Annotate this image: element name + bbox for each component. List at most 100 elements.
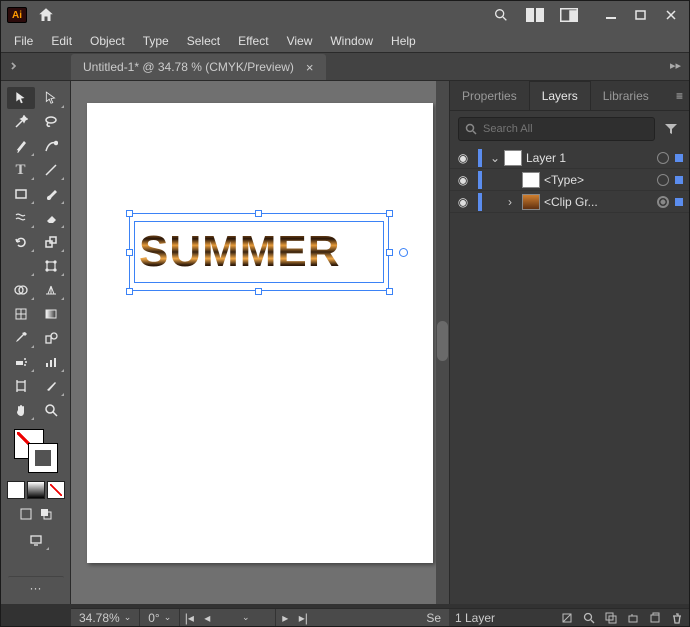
layer-name[interactable]: Layer 1: [526, 151, 653, 165]
color-mode-gradient[interactable]: [27, 481, 45, 499]
handle-se[interactable]: [386, 288, 393, 295]
vertical-scroll-thumb[interactable]: [437, 321, 448, 361]
artboard-tool[interactable]: [7, 375, 35, 397]
menu-view[interactable]: View: [278, 31, 322, 51]
line-segment-tool[interactable]: [37, 159, 65, 181]
tab-layers[interactable]: Layers: [529, 81, 591, 110]
handle-n[interactable]: [255, 210, 262, 217]
layer-row[interactable]: ◉ › <Type>: [450, 169, 689, 191]
artboard-nav-field[interactable]: ⌄: [216, 609, 276, 626]
artboard[interactable]: SUMMER: [87, 103, 433, 563]
scale-tool[interactable]: [37, 231, 65, 253]
eyedropper-tool[interactable]: [7, 327, 35, 349]
perspective-grid-tool[interactable]: [37, 279, 65, 301]
curvature-tool[interactable]: [37, 135, 65, 157]
screen-mode-icon[interactable]: [22, 529, 50, 551]
mesh-tool[interactable]: [7, 303, 35, 325]
new-layer-icon[interactable]: [649, 612, 661, 624]
color-mode-solid[interactable]: [7, 481, 25, 499]
zoom-tool[interactable]: [37, 399, 65, 421]
stroke-swatch[interactable]: [28, 443, 58, 473]
minimize-button[interactable]: [601, 5, 621, 25]
canvas-area[interactable]: SUMMER: [71, 81, 449, 604]
layer-row[interactable]: ◉ ⌄ Layer 1: [450, 147, 689, 169]
menu-help[interactable]: Help: [382, 31, 425, 51]
type-tool[interactable]: T: [7, 159, 35, 181]
search-icon[interactable]: [491, 5, 511, 25]
slice-tool[interactable]: [37, 375, 65, 397]
close-button[interactable]: [661, 5, 681, 25]
menu-effect[interactable]: Effect: [229, 31, 277, 51]
toolbar-collapse-icon[interactable]: [7, 59, 21, 73]
symbol-sprayer-tool[interactable]: [7, 351, 35, 373]
visibility-icon[interactable]: ◉: [456, 151, 470, 165]
layers-search[interactable]: [458, 117, 655, 141]
handle-nw[interactable]: [126, 210, 133, 217]
menu-file[interactable]: File: [5, 31, 42, 51]
tab-properties[interactable]: Properties: [450, 82, 529, 110]
handle-s[interactable]: [255, 288, 262, 295]
panel-menu-icon[interactable]: ≡: [676, 89, 683, 103]
eraser-tool[interactable]: [37, 207, 65, 229]
selection-tool[interactable]: [7, 87, 35, 109]
workspace-switcher-icon[interactable]: [559, 5, 579, 25]
artboard-prev-icon[interactable]: ◂: [198, 610, 216, 626]
pen-tool[interactable]: [7, 135, 35, 157]
gradient-tool[interactable]: [37, 303, 65, 325]
draw-normal-icon[interactable]: [17, 505, 35, 523]
layer-name[interactable]: <Type>: [544, 173, 653, 187]
shaper-tool[interactable]: [7, 207, 35, 229]
free-transform-tool[interactable]: [37, 255, 65, 277]
locate-object-icon[interactable]: [583, 612, 595, 624]
visibility-icon[interactable]: ◉: [456, 195, 470, 209]
artboard-next-icon[interactable]: ▸: [276, 610, 294, 626]
shape-builder-tool[interactable]: [7, 279, 35, 301]
artboard-last-icon[interactable]: ▸|: [294, 610, 312, 626]
rectangle-tool[interactable]: [7, 183, 35, 205]
delete-layer-icon[interactable]: [671, 612, 683, 624]
handle-e[interactable]: [386, 249, 393, 256]
fill-stroke-control[interactable]: [14, 429, 58, 473]
document-tab-close[interactable]: ×: [306, 60, 314, 75]
layer-name[interactable]: <Clip Gr...: [544, 195, 653, 209]
paintbrush-tool[interactable]: [37, 183, 65, 205]
zoom-field[interactable]: 34.78%⌄: [71, 609, 140, 626]
menu-window[interactable]: Window: [321, 31, 382, 51]
new-sublayer-icon[interactable]: [627, 612, 639, 624]
handle-sw[interactable]: [126, 288, 133, 295]
horizontal-scrollbar[interactable]: [312, 609, 418, 626]
visibility-icon[interactable]: ◉: [456, 173, 470, 187]
handle-rotate[interactable]: [399, 248, 408, 257]
filter-icon[interactable]: [661, 119, 681, 139]
direct-selection-tool[interactable]: [37, 87, 65, 109]
layer-row[interactable]: ◉ › <Clip Gr...: [450, 191, 689, 213]
handle-w[interactable]: [126, 249, 133, 256]
rotate-tool[interactable]: [7, 231, 35, 253]
home-button[interactable]: [37, 6, 55, 24]
column-graph-tool[interactable]: [37, 351, 65, 373]
menu-type[interactable]: Type: [134, 31, 178, 51]
edit-toolbar-icon[interactable]: ···: [8, 576, 64, 598]
artboard-first-icon[interactable]: |◂: [180, 610, 198, 626]
draw-behind-icon[interactable]: [37, 505, 55, 523]
width-tool[interactable]: [7, 255, 35, 277]
make-clip-mask-icon[interactable]: [605, 612, 617, 624]
arrange-documents-icon[interactable]: [525, 5, 545, 25]
magic-wand-tool[interactable]: [7, 111, 35, 133]
menu-edit[interactable]: Edit: [42, 31, 81, 51]
blend-tool[interactable]: [37, 327, 65, 349]
panel-collapse-icon[interactable]: ▸▸: [670, 59, 681, 72]
disclosure-icon[interactable]: ⌄: [490, 151, 500, 165]
target-icon[interactable]: [657, 174, 669, 186]
target-icon[interactable]: [657, 152, 669, 164]
handle-ne[interactable]: [386, 210, 393, 217]
maximize-button[interactable]: [631, 5, 651, 25]
menu-select[interactable]: Select: [178, 31, 229, 51]
rotate-field[interactable]: 0°⌄: [140, 609, 180, 626]
hand-tool[interactable]: [7, 399, 35, 421]
color-mode-none[interactable]: [47, 481, 65, 499]
disclosure-icon[interactable]: ›: [508, 195, 518, 209]
lasso-tool[interactable]: [37, 111, 65, 133]
document-tab[interactable]: Untitled-1* @ 34.78 % (CMYK/Preview) ×: [71, 54, 326, 80]
tab-libraries[interactable]: Libraries: [591, 82, 661, 110]
